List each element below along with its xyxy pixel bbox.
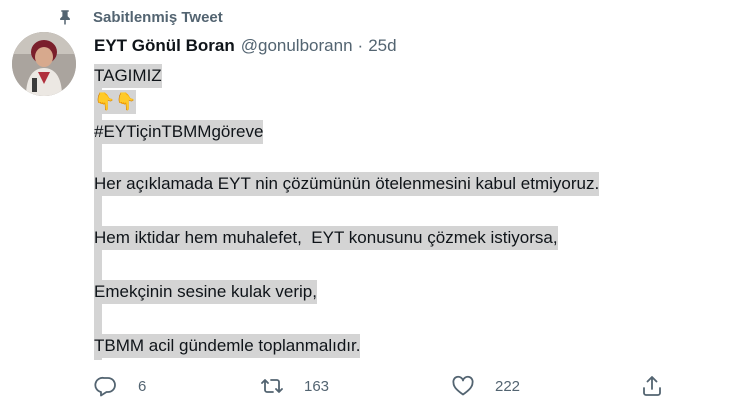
pinned-label: Sabitlenmiş Tweet xyxy=(93,8,223,26)
tweet-line: Hem iktidar hem muhalefet, EYT konusunu … xyxy=(94,226,558,250)
tweet-line: TAGIMIZ xyxy=(94,64,162,88)
author-name[interactable]: EYT Gönül Boran xyxy=(94,36,235,56)
reply-button[interactable]: 6 xyxy=(94,374,146,398)
reply-icon xyxy=(94,376,116,397)
hashtag-link[interactable]: #EYTiçinTBMMgöreve xyxy=(94,120,264,144)
share-button[interactable] xyxy=(640,374,664,398)
retweet-count: 163 xyxy=(304,377,330,395)
tweet-line: Emekçinin sesine kulak verip, xyxy=(94,280,317,304)
separator-dot: · xyxy=(357,36,364,55)
action-bar: 6 163 222 xyxy=(94,374,684,404)
reply-count: 6 xyxy=(138,377,147,395)
tweet-header: EYT Gönül Boran @gonulborann · 25d xyxy=(94,34,397,58)
like-count: 222 xyxy=(495,377,521,395)
retweet-button[interactable]: 163 xyxy=(260,374,329,398)
retweet-icon xyxy=(261,379,283,393)
pin-icon xyxy=(56,8,74,26)
pinned-indicator: Sabitlenmiş Tweet xyxy=(56,6,223,28)
share-icon xyxy=(643,376,661,396)
pointing-down-emoji: 👇👇 xyxy=(94,90,137,114)
tweet-line: TBMM acil gündemle toplanmalıdır. xyxy=(94,334,361,358)
tweet-line: Her açıklamada EYT nin çözümünün ötelenm… xyxy=(94,172,600,196)
like-button[interactable]: 222 xyxy=(451,374,520,398)
author-handle[interactable]: @gonulborann xyxy=(241,36,353,56)
avatar-image xyxy=(12,32,76,96)
heart-icon xyxy=(452,375,474,396)
avatar[interactable] xyxy=(12,32,76,96)
tweet-time[interactable]: 25d xyxy=(368,36,396,56)
